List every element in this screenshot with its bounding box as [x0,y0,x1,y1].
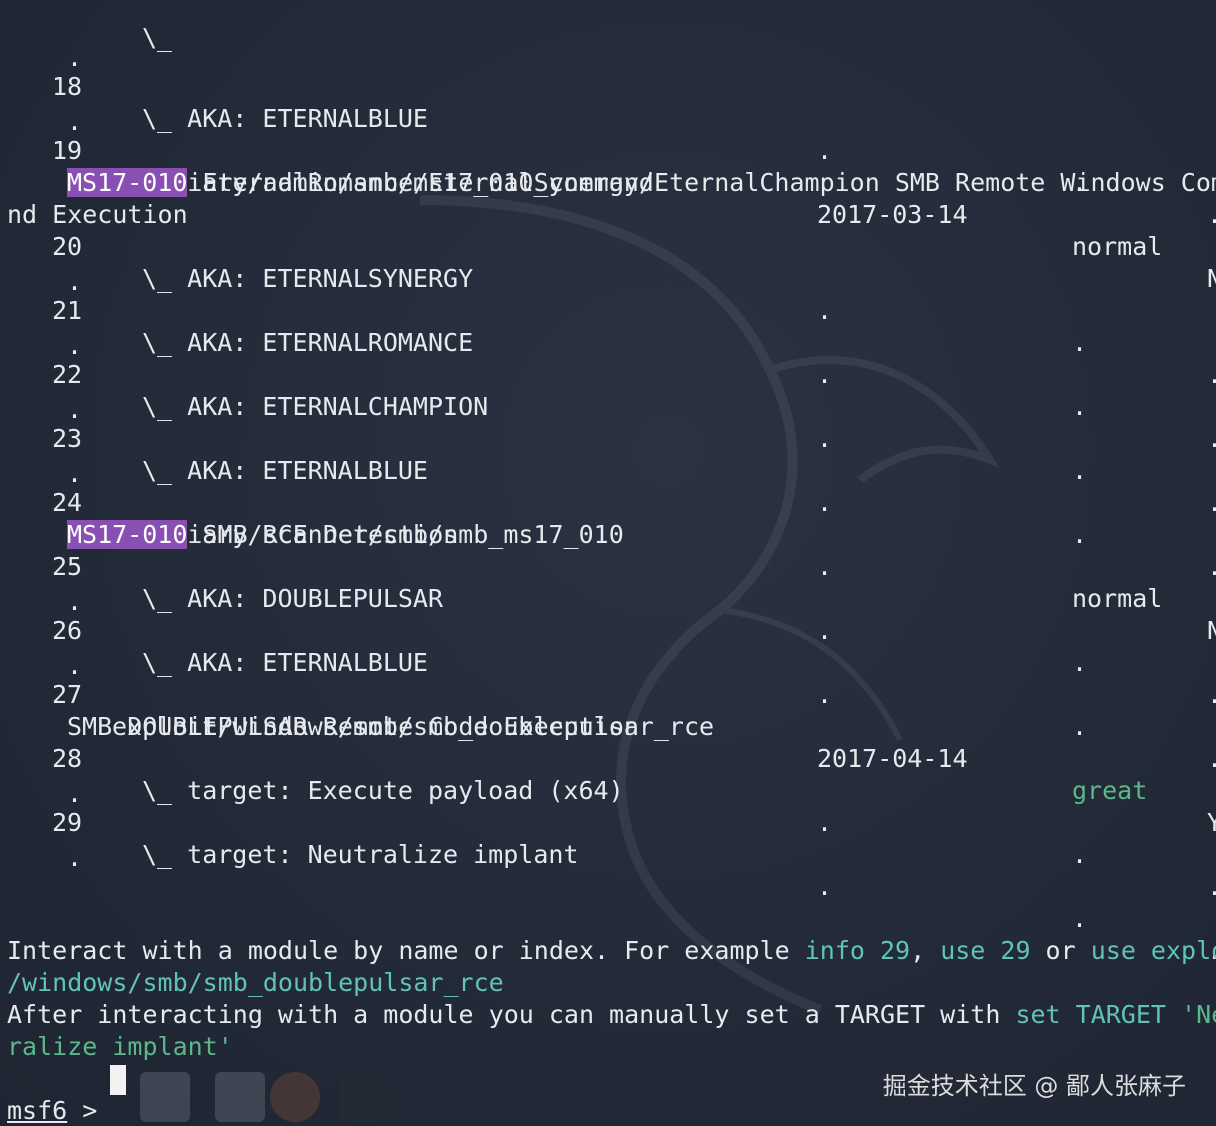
text-cursor[interactable] [110,1065,126,1095]
table-row[interactable]: 21 \_ AKA: ETERNALROMANCE . . . [0,263,1216,453]
wrap-dot-line: . [0,298,1216,360]
prompt-symbol: > [67,1096,98,1125]
table-row[interactable]: 29 \_ target: Neutralize implant . . . [0,775,1216,965]
table-row[interactable]: 23 \_ AKA: ETERNALBLUE . . . [0,391,1216,581]
set-target-value-wrap[interactable]: ralize implant' [7,1031,233,1063]
row-description: SMB DOUBLEPULSAR Remote Code Execution [0,679,1216,741]
wrap-dot-line: . [0,810,1216,872]
table-row[interactable]: 19 auxiliary/admin/smb/ms17_010_command … [0,103,1216,293]
row-description: MS17-010 EternalRomance/EternalSynergy/E… [0,135,1216,197]
row-name: \_ target: Neutralize implant [142,840,579,869]
wrap-dot: . [67,843,83,872]
wrap-dot-line: . [0,10,1216,72]
wrap-dot-line: . [0,746,1216,808]
wrap-dot-line: . [0,362,1216,424]
row-description-wrap: nd Execution [0,167,1216,229]
table-row[interactable]: 20 \_ AKA: ETERNALSYNERGY . . . [0,199,1216,389]
table-row[interactable]: 25 \_ AKA: DOUBLEPULSAR . . . [0,519,1216,709]
help-line-2: /windows/smb/smb_doublepulsar_rce [0,935,1216,997]
table-row[interactable]: 26 \_ AKA: ETERNALBLUE . . . [0,583,1216,773]
prompt-name: msf6 [7,1096,68,1125]
help-line-1: Interact with a module by name or index.… [0,903,1216,965]
row-date: . [817,872,833,901]
wrap-dot-line: . [0,554,1216,616]
table-row[interactable]: 22 \_ AKA: ETERNALCHAMPION . . . [0,327,1216,517]
wrap-dot-line: . [0,74,1216,136]
help-line-3: After interacting with a module you can … [0,967,1216,1029]
watermark-text: 掘金技术社区 @ 鄙人张麻子 [882,1072,1186,1100]
table-row[interactable]: 18 \_ AKA: ETERNALBLUE . . . [0,39,1216,229]
terminal-window[interactable]: \_ . 18 \_ AKA: ETERNALBLUE . . . . 19 a… [0,0,1216,1126]
wrap-dot-line: . [0,618,1216,680]
table-row[interactable]: 28 \_ target: Execute payload (x64) . . … [0,711,1216,901]
table-row[interactable]: 27 exploit/windows/smb/smb_doublepulsar_… [0,647,1216,837]
help-line-4: ralize implant' [0,999,1216,1061]
row-check: . [1207,871,1216,903]
wrap-dot-line: . [0,234,1216,296]
wrap-dot-line: . [0,426,1216,488]
table-row[interactable]: 24 auxiliary/scanner/smb/smb_ms17_010 . … [0,455,1216,645]
row-description: MS17-010 SMB RCE Detection [0,487,1216,549]
row-rank: . [1072,840,1088,869]
